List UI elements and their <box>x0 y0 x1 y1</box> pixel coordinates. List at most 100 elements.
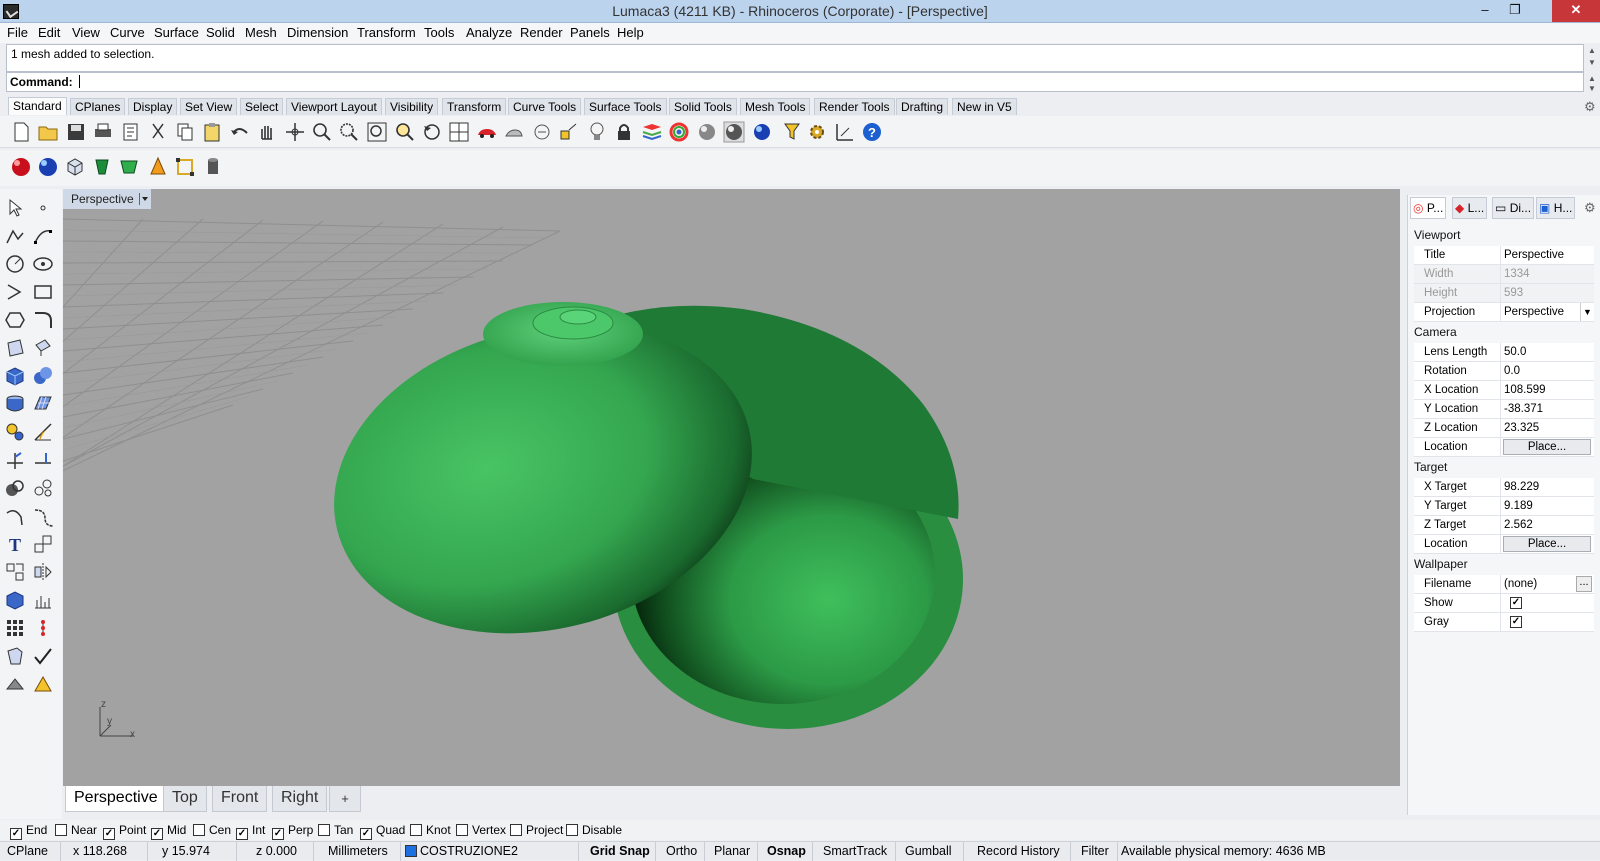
status-ortho[interactable]: Ortho <box>666 844 697 858</box>
prop-y-location[interactable]: Y Location -38.371 <box>1414 400 1594 419</box>
minimize-button[interactable]: – <box>1470 0 1500 22</box>
tab-display[interactable]: Display <box>128 98 178 115</box>
open-folder-icon[interactable] <box>37 121 59 143</box>
blend-curve-icon[interactable] <box>32 505 54 527</box>
toolbar-settings-gear-icon[interactable]: ⚙ <box>1584 99 1596 115</box>
render-material-icon[interactable] <box>32 673 54 695</box>
close-button[interactable]: ✕ <box>1552 0 1600 22</box>
prop-value[interactable]: 9.189 <box>1504 500 1533 512</box>
prop-value[interactable]: Perspective <box>1504 249 1564 261</box>
control-points-icon[interactable] <box>174 156 196 178</box>
four-viewports-icon[interactable] <box>448 121 470 143</box>
solid-box-icon[interactable] <box>4 365 26 387</box>
point-snap-icon[interactable] <box>558 121 580 143</box>
osnap-checkbox[interactable]: ✓ <box>10 828 22 840</box>
tab-mesh-tools[interactable]: Mesh Tools <box>740 98 811 115</box>
command-line[interactable]: Command: <box>6 72 1584 92</box>
osnap-checkbox[interactable] <box>55 824 67 836</box>
filter-icon[interactable] <box>782 121 804 143</box>
gray-checkbox[interactable]: ✓ <box>1510 616 1522 628</box>
osnap-checkbox[interactable]: ✓ <box>272 828 284 840</box>
viewport-canvas[interactable]: z y x <box>63 189 1400 786</box>
osnap-checkbox[interactable] <box>566 824 578 836</box>
osnap-checkbox[interactable] <box>193 824 205 836</box>
zoom-extents-icon[interactable] <box>366 121 388 143</box>
undo-view-icon[interactable] <box>421 121 443 143</box>
osnap-mid[interactable]: ✓ Mid <box>151 823 186 840</box>
menu-help[interactable]: Help <box>617 25 644 40</box>
perspective-viewport[interactable]: z y x Perspective <box>63 189 1400 786</box>
prop-value[interactable]: 2.562 <box>1504 519 1533 531</box>
red-points-icon[interactable] <box>32 617 54 639</box>
osnap-checkbox[interactable] <box>318 824 330 836</box>
tab-cplanes[interactable]: CPlanes <box>70 98 126 115</box>
viewport-title[interactable]: Perspective <box>63 189 151 209</box>
tab-surface-tools[interactable]: Surface Tools <box>584 98 667 115</box>
check-icon[interactable] <box>32 645 54 667</box>
menu-mesh[interactable]: Mesh <box>245 25 277 40</box>
panel-tab-display[interactable]: ▭ Di... <box>1492 197 1535 219</box>
panel-tab-layers[interactable]: ◆ L... <box>1452 197 1488 219</box>
light-bulb-icon[interactable] <box>586 121 608 143</box>
cmd-scroll-down-icon[interactable]: ▼ <box>1586 84 1598 96</box>
menu-render[interactable]: Render <box>520 25 563 40</box>
prop-title[interactable]: Title Perspective <box>1414 246 1594 265</box>
tab-visibility[interactable]: Visibility <box>385 98 439 115</box>
paste-icon[interactable] <box>201 121 223 143</box>
dimension-icon[interactable] <box>834 121 856 143</box>
prop-filename[interactable]: Filename (none)... <box>1414 575 1594 594</box>
copy-icon[interactable] <box>174 121 196 143</box>
properties-icon[interactable] <box>120 121 142 143</box>
osnap-near[interactable]: Near <box>55 823 97 837</box>
array-icon[interactable] <box>4 561 26 583</box>
shaded-sphere-icon[interactable] <box>696 121 718 143</box>
solid-union-icon[interactable] <box>32 365 54 387</box>
tab-standard[interactable]: Standard <box>8 97 67 115</box>
menu-surface[interactable]: Surface <box>154 25 199 40</box>
tab-select[interactable]: Select <box>240 98 284 115</box>
osnap-quad[interactable]: ✓ Quad <box>360 823 405 840</box>
new-file-icon[interactable] <box>10 121 32 143</box>
pan-hand-icon[interactable] <box>256 121 278 143</box>
drafting-icon[interactable] <box>4 673 26 695</box>
status-units[interactable]: Millimeters <box>328 844 388 858</box>
zoom-window-icon[interactable] <box>338 121 360 143</box>
tab-render-tools[interactable]: Render Tools <box>814 98 895 115</box>
add-viewport-tab-button[interactable]: + <box>329 786 361 812</box>
status-osnap[interactable]: Osnap <box>767 844 806 858</box>
color-wheel-icon[interactable] <box>668 121 690 143</box>
prop-x-target[interactable]: X Target 98.229 <box>1414 478 1594 497</box>
prop-value[interactable]: -38.371 <box>1504 403 1543 415</box>
menu-edit[interactable]: Edit <box>38 25 60 40</box>
polygon-icon[interactable] <box>4 309 26 331</box>
osnap-project[interactable]: Project <box>510 823 563 837</box>
point-icon[interactable] <box>32 197 54 219</box>
rendered-sphere-icon[interactable] <box>723 121 745 143</box>
tab-new-in-v5[interactable]: New in V5 <box>952 98 1017 115</box>
command-history[interactable]: 1 mesh added to selection. <box>6 44 1584 72</box>
menu-dimension[interactable]: Dimension <box>287 25 348 40</box>
status-filter[interactable]: Filter <box>1081 844 1109 858</box>
osnap-checkbox[interactable] <box>510 824 522 836</box>
menu-file[interactable]: File <box>7 25 28 40</box>
browse-wallpaper-button[interactable]: ... <box>1576 576 1592 592</box>
prop-value[interactable]: 0.0 <box>1504 365 1520 377</box>
text-icon[interactable]: T <box>4 533 26 555</box>
camera-place-button[interactable]: Place... <box>1503 439 1591 455</box>
prop-value[interactable]: 23.325 <box>1504 422 1539 434</box>
osnap-checkbox[interactable]: ✓ <box>103 828 115 840</box>
prop-projection[interactable]: Projection Perspective ▼ <box>1414 303 1594 322</box>
panel-options-gear-icon[interactable]: ⚙ <box>1584 200 1596 216</box>
status-layer[interactable]: COSTRUZIONE2 <box>405 844 518 858</box>
surface-corners-icon[interactable] <box>4 337 26 359</box>
menu-transform[interactable]: Transform <box>357 25 416 40</box>
status-cplane[interactable]: CPlane <box>7 844 48 858</box>
material-sphere-icon[interactable] <box>751 121 773 143</box>
viewport-menu-arrow-icon[interactable] <box>139 193 149 205</box>
panel-tab-help[interactable]: ▣ H... <box>1536 197 1576 219</box>
status-gumball[interactable]: Gumball <box>905 844 952 858</box>
trim-icon[interactable] <box>4 449 26 471</box>
tab-top[interactable]: Top <box>163 786 207 812</box>
osnap-checkbox[interactable] <box>456 824 468 836</box>
curve-cv-icon[interactable] <box>32 225 54 247</box>
